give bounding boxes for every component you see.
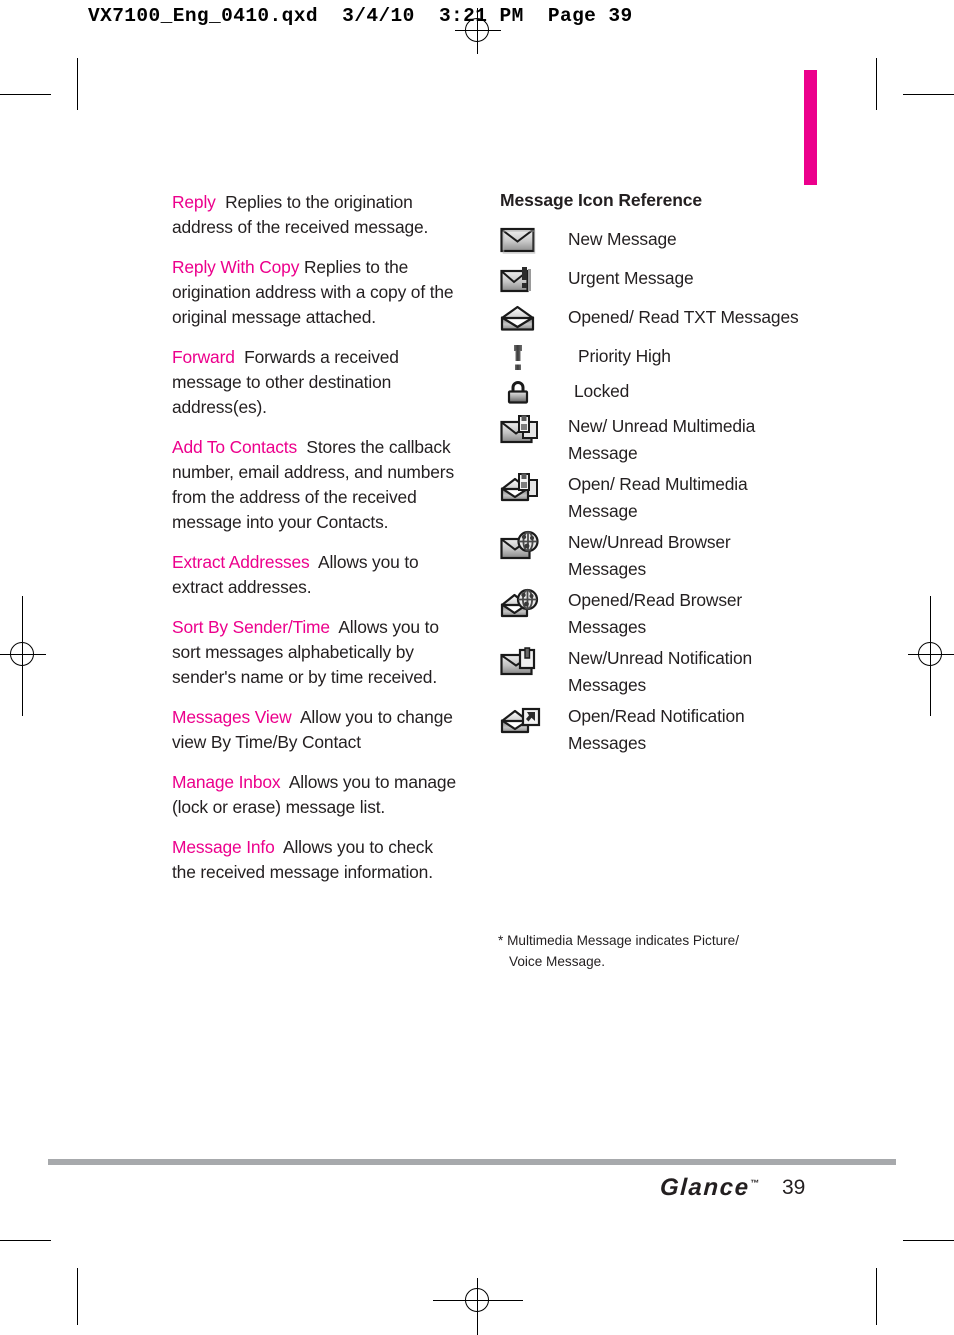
icon-reference-label: New Message <box>568 229 677 249</box>
envelope-closed-multimedia-icon <box>500 412 568 447</box>
menu-entry-term: Extract Addresses <box>172 552 310 572</box>
envelope-open-notification-icon <box>500 702 568 737</box>
icon-reference-label: Opened/Read Browser Messages <box>568 590 743 637</box>
menu-entry-term: Manage Inbox <box>172 772 281 792</box>
menu-entry: Reply Replies to the origination address… <box>172 190 457 240</box>
icon-reference-label: Urgent Message <box>568 268 694 288</box>
icon-reference-row: Opened/ Read TXT Messages <box>500 303 810 339</box>
menu-entry: Extract Addresses Allows you to extract … <box>172 550 457 600</box>
icon-reference-row: Open/Read Notification Messages <box>500 702 810 757</box>
icon-reference-row: Urgent Message <box>500 264 810 300</box>
brand-logo: Glance™ <box>659 1174 759 1202</box>
menu-entry: Reply With Copy Replies to the originati… <box>172 255 457 330</box>
menu-entry: Manage Inbox Allows you to manage (lock … <box>172 770 457 820</box>
icon-reference-label: Open/Read Notification Messages <box>568 706 745 753</box>
menu-entry: Forward Forwards a received message to o… <box>172 345 457 420</box>
icon-reference-label: Priority High <box>578 346 671 366</box>
icon-reference-row: Open/ Read Multimedia Message <box>500 470 810 525</box>
menu-entry-term: Add To Contacts <box>172 437 298 457</box>
menu-entry-term: Forward <box>172 347 235 367</box>
envelope-open-multimedia-icon <box>500 470 568 505</box>
icon-reference-label: New/Unread Browser Messages <box>568 532 731 579</box>
menu-entry: Message Info Allows you to check the rec… <box>172 835 457 885</box>
icon-reference-row: New Message <box>500 225 810 261</box>
envelope-open-icon <box>500 303 568 334</box>
menu-entry: Messages View Allow you to change view B… <box>172 705 457 755</box>
multimedia-footnote: * Multimedia Message indicates Picture/ … <box>498 930 808 972</box>
icon-reference-label: New/Unread Notification Messages <box>568 648 753 695</box>
menu-entry-term: Reply <box>172 192 216 212</box>
menu-entry-term: Messages View <box>172 707 292 727</box>
menu-entry: Add To Contacts Stores the callback numb… <box>172 435 457 535</box>
menu-entry-term: Message Info <box>172 837 275 857</box>
footnote-line-1: * Multimedia Message indicates Picture/ <box>498 933 740 948</box>
icon-reference-label: Locked <box>574 381 630 401</box>
menu-entry: Sort By Sender/Time Allows you to sort m… <box>172 615 457 690</box>
icon-reference-row: Locked <box>500 377 810 409</box>
icon-reference-label: Open/ Read Multimedia Message <box>568 474 748 521</box>
padlock-icon <box>500 377 574 406</box>
icon-reference-label: New/ Unread Multimedia Message <box>568 416 756 463</box>
footnote-line-2: Voice Message. <box>509 954 605 969</box>
icon-reference-row: Priority High <box>500 342 810 374</box>
page-number: 39 <box>782 1176 806 1199</box>
icon-reference-label: Opened/ Read TXT Messages <box>568 307 799 327</box>
trademark-symbol: ™ <box>749 1178 760 1188</box>
menu-options-column: Reply Replies to the origination address… <box>172 190 457 885</box>
icon-reference-row: New/Unread Browser Messages <box>500 528 810 583</box>
envelope-closed-notification-icon <box>500 644 568 679</box>
menu-entry-term: Reply With Copy <box>172 257 300 277</box>
message-icon-reference-heading: Message Icon Reference <box>500 190 703 210</box>
footer-divider-rule <box>48 1159 896 1165</box>
menu-entry-term: Sort By Sender/Time <box>172 617 330 637</box>
icon-reference-row: New/ Unread Multimedia Message <box>500 412 810 467</box>
icon-reference-row: New/Unread Notification Messages <box>500 644 810 699</box>
message-icon-reference-column: Message Icon Reference New Message Urgen… <box>500 190 810 760</box>
brand-logo-text: Glance <box>659 1174 751 1201</box>
envelope-closed-globe-icon <box>500 528 568 563</box>
envelope-exclamation-icon <box>500 264 568 295</box>
exclamation-mark-icon <box>500 342 578 371</box>
envelope-closed-icon <box>500 225 568 254</box>
icon-reference-row: Opened/Read Browser Messages <box>500 586 810 641</box>
page-content: Reply Replies to the origination address… <box>0 0 954 1335</box>
envelope-open-globe-icon <box>500 586 568 621</box>
